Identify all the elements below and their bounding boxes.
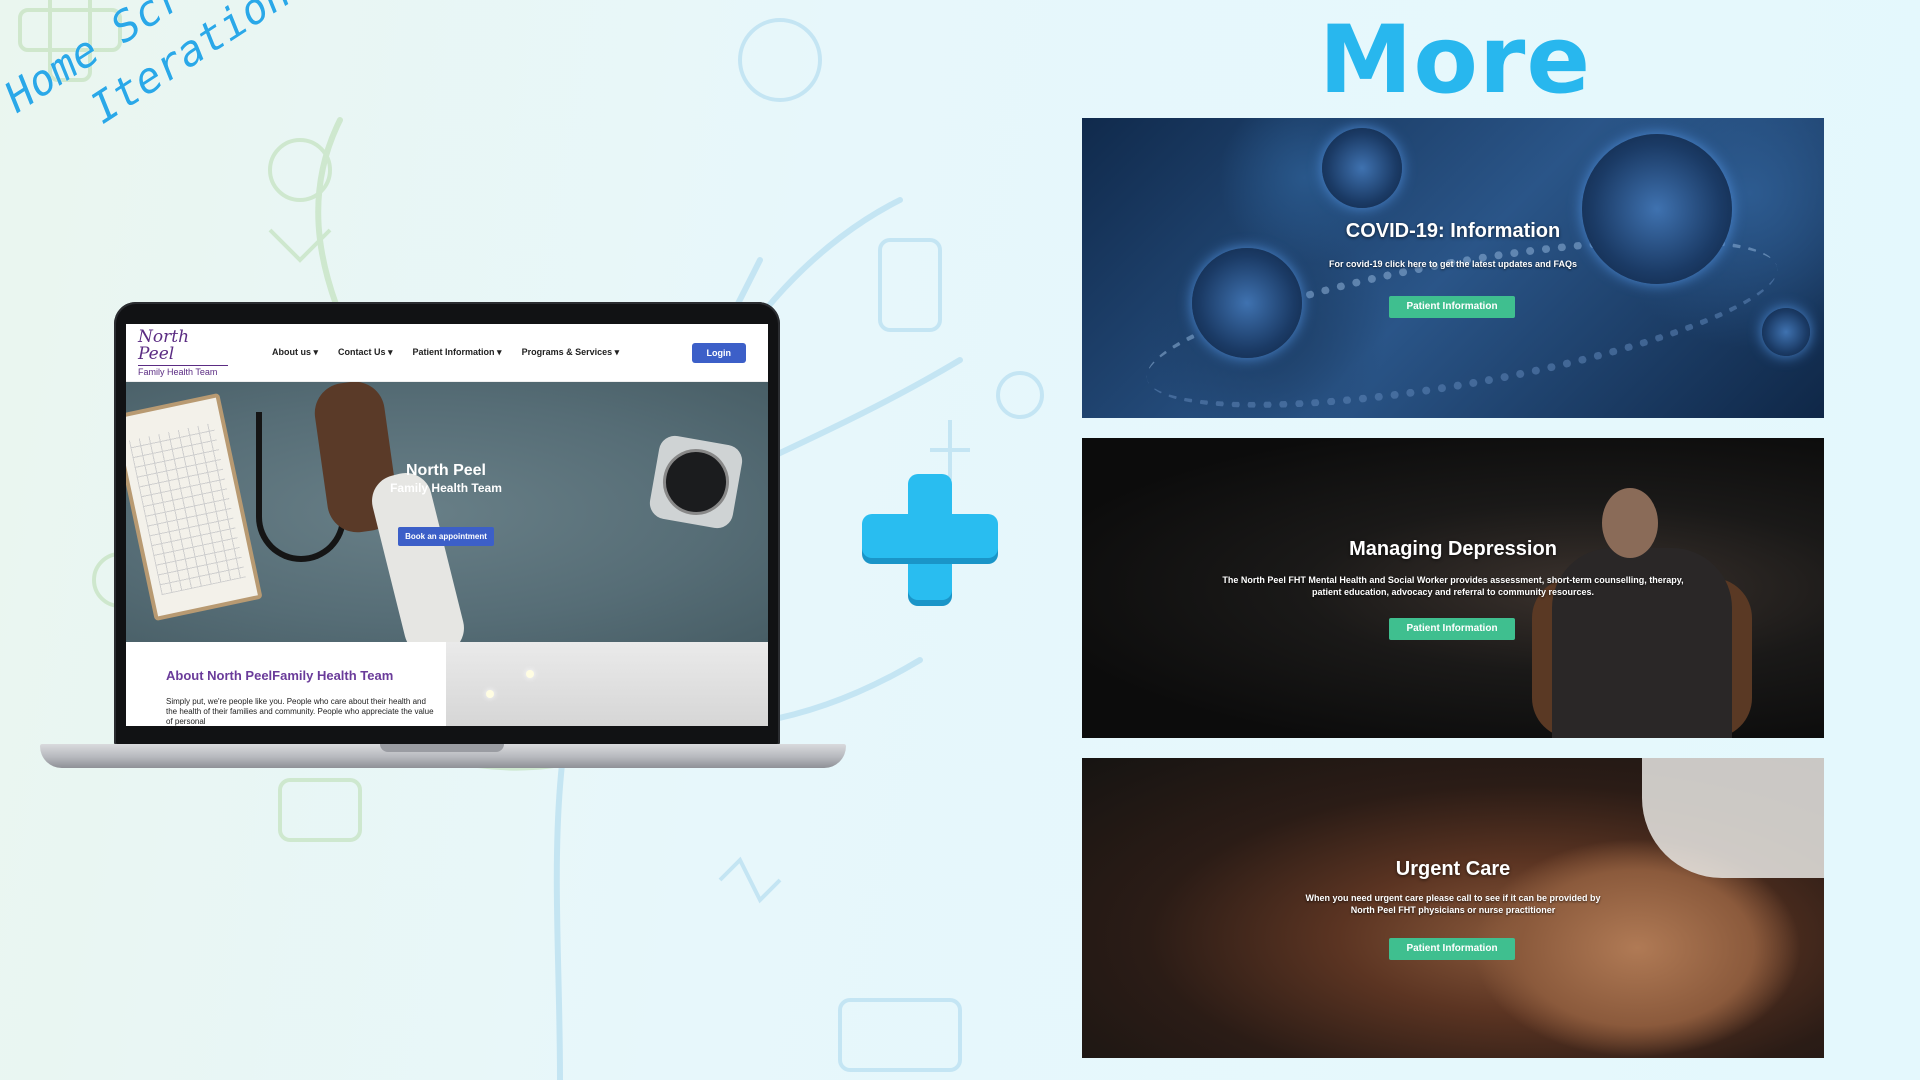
nav-item-about[interactable]: About us ▾	[272, 347, 318, 358]
about-text-block: About North PeelFamily Health Team Simpl…	[126, 642, 446, 726]
about-section: About North PeelFamily Health Team Simpl…	[126, 642, 768, 726]
person-image	[1512, 478, 1742, 738]
about-paragraph: Simply put, we're people like you. Peopl…	[166, 697, 434, 726]
banner-depression-title: Managing Depression	[1349, 538, 1557, 560]
banner-urgent-care-description: When you need urgent care please call to…	[1305, 893, 1601, 915]
hero-text: North Peel Family Health Team Book an ap…	[346, 462, 546, 546]
nav-item-contact[interactable]: Contact Us ▾	[338, 347, 393, 358]
banner-urgent-care-button[interactable]: Patient Information	[1389, 938, 1515, 960]
banner-urgent-care-title: Urgent Care	[1395, 858, 1511, 880]
banner-covid-description: For covid-19 click here to get the lates…	[1328, 259, 1578, 269]
nav-item-patient-information[interactable]: Patient Information ▾	[413, 347, 502, 358]
hero-subtitle: Family Health Team	[390, 481, 502, 495]
site-navbar: North Peel Family Health Team About us ▾…	[126, 324, 768, 382]
book-appointment-button[interactable]: Book an appointment	[398, 527, 494, 546]
logo-line-1: North Peel	[138, 328, 228, 366]
banner-depression: Managing Depression The North Peel FHT M…	[1082, 438, 1824, 738]
plus-icon	[862, 474, 998, 606]
banner-depression-button[interactable]: Patient Information	[1389, 618, 1515, 640]
clipboard-image	[126, 392, 263, 622]
login-button[interactable]: Login	[691, 342, 746, 363]
logo-line-2: Family Health Team	[138, 366, 218, 377]
nav-menu: About us ▾ Contact Us ▾ Patient Informat…	[272, 347, 619, 358]
corner-title: Home Screen Iteration	[0, 0, 301, 180]
about-image	[446, 642, 768, 726]
banner-covid-title: COVID-19: Information	[1345, 220, 1561, 242]
hero-banner: North Peel Family Health Team Book an ap…	[126, 382, 768, 642]
laptop-screen: North Peel Family Health Team About us ▾…	[126, 324, 768, 726]
virus-image	[1762, 308, 1810, 356]
blood-pressure-gauge-image	[647, 433, 745, 531]
banner-covid-button[interactable]: Patient Information	[1389, 296, 1515, 318]
banner-covid: COVID-19: Information For covid-19 click…	[1082, 118, 1824, 418]
about-title: About North PeelFamily Health Team	[166, 668, 394, 683]
laptop-notch	[380, 744, 504, 752]
banner-urgent-care: Urgent Care When you need urgent care pl…	[1082, 758, 1824, 1058]
site-logo[interactable]: North Peel Family Health Team	[138, 328, 228, 377]
banner-depression-description: The North Peel FHT Mental Health and Soc…	[1222, 575, 1684, 597]
nav-item-programs-services[interactable]: Programs & Services ▾	[522, 347, 620, 358]
virus-image	[1322, 128, 1402, 208]
hero-title: North Peel	[405, 462, 486, 479]
